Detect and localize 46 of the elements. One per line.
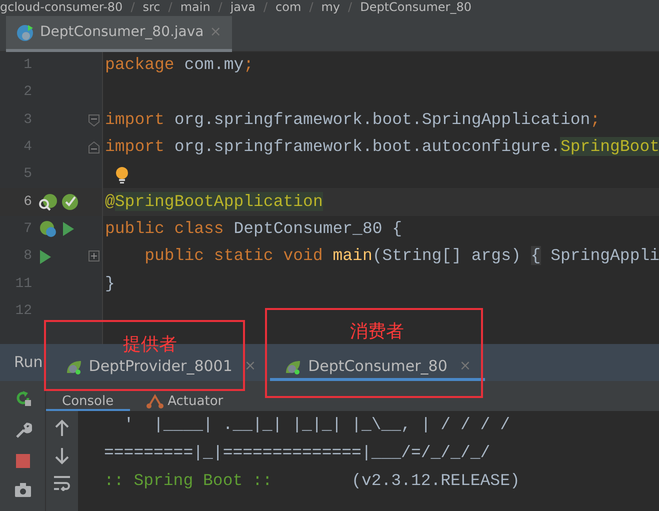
- path-separator: /: [348, 0, 352, 14]
- path-crumb[interactable]: my: [321, 0, 340, 14]
- path-separator: /: [168, 0, 172, 14]
- down-arrow-icon[interactable]: [54, 447, 70, 465]
- actuator-icon: [146, 393, 164, 409]
- annotation-label: 提供者: [123, 333, 177, 357]
- camera-icon[interactable]: [14, 483, 32, 497]
- code-line: import org.springframework.boot.SpringApplication;: [105, 108, 600, 131]
- project-crumb[interactable]: gcloud-consumer-80: [0, 0, 123, 14]
- code-line: public static void main(String[] args) { SpringAppli: [144, 245, 659, 268]
- run-icon[interactable]: [61, 221, 75, 238]
- rerun-icon[interactable]: [14, 389, 32, 407]
- console-line: ' |____| .__|_| |_|_| |_\__, | / / / /: [122, 415, 510, 434]
- code-line: package com.my;: [105, 54, 254, 76]
- code-line: @SpringBootApplication: [105, 190, 323, 213]
- path-crumb[interactable]: java: [230, 0, 256, 14]
- soft-wrap-icon[interactable]: [53, 475, 71, 491]
- stop-icon[interactable]: [14, 453, 30, 469]
- fold-icon[interactable]: [88, 250, 100, 264]
- file-tab[interactable]: DeptConsumer_80.java ×: [6, 16, 232, 52]
- run-icon[interactable]: [38, 248, 52, 265]
- lightbulb-icon[interactable]: [115, 166, 129, 184]
- path-crumb[interactable]: src: [142, 0, 160, 14]
- annotation-label: 消费者: [350, 320, 404, 344]
- path-separator: /: [309, 0, 314, 14]
- spring-check-icon[interactable]: [61, 193, 79, 212]
- fold-icon[interactable]: [88, 114, 100, 127]
- console-line: :: Spring Boot :: (v2.3.12.RELEASE): [104, 471, 520, 490]
- code-line: }: [105, 272, 115, 295]
- path-crumb[interactable]: main: [180, 0, 210, 14]
- up-arrow-icon[interactable]: [54, 419, 70, 437]
- path-separator: /: [218, 0, 222, 14]
- code-line: import org.springframework.boot.autoconfigure.SpringBoot: [105, 136, 659, 158]
- run-title: Run: [13, 352, 44, 374]
- class-file-icon: [16, 24, 34, 42]
- console-line: =========|_|==============|___/=/_/_/_/: [104, 443, 490, 462]
- wrench-icon[interactable]: [14, 421, 32, 439]
- fold-icon[interactable]: [88, 141, 100, 154]
- path-crumb[interactable]: com: [276, 0, 302, 14]
- path-separator: /: [264, 0, 268, 14]
- path-separator: /: [130, 0, 135, 14]
- console-tab[interactable]: Actuator: [130, 393, 240, 411]
- path-crumb[interactable]: DeptConsumer_80: [360, 0, 472, 14]
- find-usages-icon[interactable]: [38, 193, 58, 212]
- code-line: public class DeptConsumer_80 {: [105, 218, 402, 240]
- line-number: 6: [22, 192, 32, 212]
